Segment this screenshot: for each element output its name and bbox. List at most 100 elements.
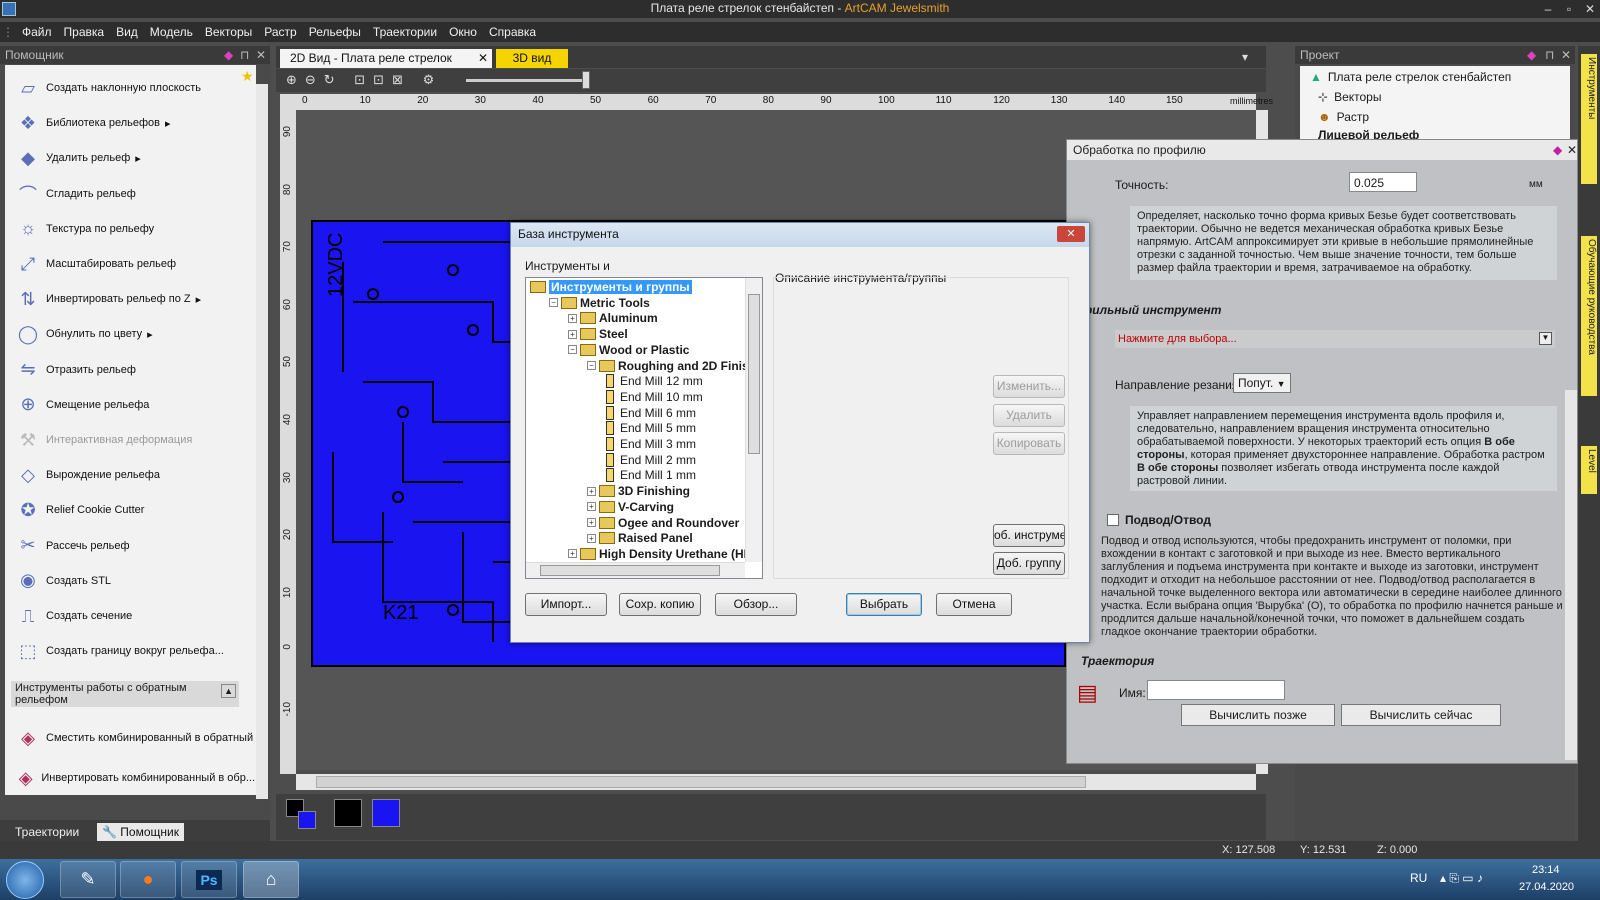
assistant-item[interactable]: ◈ Инвертировать комбинированный в обр...	[5, 761, 255, 795]
assistant-item[interactable]: ⬚ Создать границу вокруг рельефа...	[5, 634, 255, 668]
menu-item[interactable]: Правка	[58, 22, 111, 39]
zoom-tools-icon[interactable]: ⊕⊖↻ ⊡⊡⊠ ⚙	[286, 72, 442, 88]
menu-item[interactable]: Траектории	[367, 22, 443, 39]
copy-button[interactable]: Копировать	[993, 432, 1065, 455]
toolpath-name-input[interactable]	[1147, 680, 1285, 700]
add-tool-button[interactable]: об. инструмен	[993, 524, 1065, 547]
collapse-icon[interactable]: −	[549, 298, 558, 308]
assistant-scrollbar[interactable]	[256, 84, 268, 799]
side-tab-tutorials[interactable]: Обучающие руководства	[1581, 236, 1597, 396]
tab-3d-view[interactable]: 3D вид	[496, 49, 568, 68]
profile-scrollbar[interactable]	[1565, 390, 1577, 760]
calculate-now-button[interactable]: Вычислить сейчас	[1341, 704, 1501, 726]
tool-node[interactable]: End Mill 3 mm	[606, 436, 696, 452]
assistant-item[interactable]: ⇋ Отразить рельеф	[5, 353, 255, 387]
dock-icon[interactable]: ⊓	[240, 48, 249, 62]
tree-hscroll[interactable]	[526, 562, 745, 578]
project-root[interactable]: ▲ Плата реле стрелок стенбайстеп	[1310, 70, 1511, 84]
taskbar-firefox-icon[interactable]: ●	[120, 861, 176, 898]
zoom-slider-handle[interactable]	[582, 71, 590, 89]
expand-icon[interactable]: +	[568, 549, 577, 559]
favorite-star-icon[interactable]: ★	[241, 68, 254, 85]
expand-icon[interactable]: +	[568, 313, 577, 323]
tool-node[interactable]: End Mill 2 mm	[606, 452, 696, 468]
assistant-item[interactable]: ⌒ Сгладить рельеф	[5, 177, 255, 211]
group-node[interactable]: + Ogee and Roundover	[587, 515, 739, 531]
assistant-item[interactable]: ❖ Библиотека рельефов ▸	[5, 106, 255, 140]
profile-close-icon[interactable]: ✕	[1567, 143, 1577, 157]
assistant-item[interactable]: ◉ Создать STL	[5, 564, 255, 598]
side-tab-level[interactable]: Level	[1581, 446, 1597, 494]
assistant-item[interactable]: ⇅ Инвертировать рельеф по Z ▸	[5, 282, 255, 316]
group-node[interactable]: − Metric Tools	[549, 295, 650, 311]
tool-node[interactable]: End Mill 12 mm	[606, 373, 703, 389]
assistant-item[interactable]: ◈ Сместить комбинированный в обратный	[5, 721, 255, 755]
tab-2d-view[interactable]: 2D Вид - Плата реле стрелок ✕	[280, 49, 492, 68]
tree-vscroll[interactable]	[745, 278, 762, 562]
tool-node[interactable]: End Mill 1 mm	[606, 467, 696, 483]
group-node[interactable]: + High Density Urethane (HD	[568, 546, 752, 562]
menu-item[interactable]: Рельефы	[303, 22, 367, 39]
color-blue-swatch[interactable]	[372, 799, 400, 827]
tool-dropdown-icon[interactable]: ▼	[1539, 332, 1552, 345]
language-indicator[interactable]: RU	[1410, 871, 1427, 885]
assistant-item[interactable]: ◯ Обнулить по цвету ▸	[5, 317, 255, 351]
tab-toolpaths[interactable]: Траектории	[10, 823, 84, 841]
panel-close-icon[interactable]: ✕	[256, 48, 266, 62]
menu-item[interactable]: Векторы	[199, 22, 258, 39]
taskbar-artcam-icon[interactable]: ⌂	[243, 861, 299, 898]
tool-node[interactable]: End Mill 5 mm	[606, 420, 696, 436]
group-node[interactable]: +3D Finishing	[587, 483, 690, 499]
assistant-item[interactable]: ✪ Relief Cookie Cutter	[5, 493, 255, 527]
save-copy-button[interactable]: Сохр. копию	[619, 593, 701, 616]
leadin-checkbox[interactable]	[1107, 514, 1119, 526]
menu-item[interactable]: Файл	[16, 22, 58, 39]
edit-button[interactable]: Изменить...	[993, 375, 1065, 398]
menu-item[interactable]: Окно	[443, 22, 483, 39]
project-vectors[interactable]: ⊹ Векторы	[1318, 90, 1381, 104]
menu-item[interactable]: Справка	[483, 22, 542, 39]
calculate-later-button[interactable]: Вычислить позже	[1181, 704, 1335, 726]
group-node[interactable]: − Roughing and 2D Finishi	[587, 358, 759, 374]
secondary-color-swatch[interactable]	[298, 811, 316, 829]
tab-assistant[interactable]: 🔧 Помощник	[97, 823, 184, 841]
hscroll-thumb[interactable]	[316, 776, 1086, 788]
assistant-item[interactable]: ⤢ Масштабировать рельеф	[5, 247, 255, 281]
canvas-hscroll[interactable]	[296, 774, 1256, 790]
taskbar-notepad-icon[interactable]: ✎	[60, 861, 116, 898]
assistant-item[interactable]: ⎍ Создать сечение	[5, 599, 255, 633]
expand-icon[interactable]: +	[587, 502, 596, 512]
taskbar-photoshop-icon[interactable]: Ps	[181, 861, 237, 898]
close-button[interactable]: ✕	[1578, 0, 1600, 18]
assistant-item[interactable]: ◇ Вырождение рельефа	[5, 458, 255, 492]
expand-icon[interactable]: +	[587, 486, 596, 496]
tool-tree[interactable]: Инструменты и группы − Metric Tools + Alumin…	[525, 277, 763, 579]
collapse-icon[interactable]: −	[587, 361, 596, 370]
assistant-item[interactable]: ▱ Создать наклонную плоскость	[5, 71, 255, 105]
expand-icon[interactable]: +	[587, 533, 596, 543]
add-group-button[interactable]: Доб. группу	[993, 552, 1065, 575]
group-node[interactable]: − Wood or Plastic	[568, 342, 689, 358]
direction-select[interactable]: Попут. ▼	[1233, 373, 1291, 393]
group-node[interactable]: + Raised Panel	[587, 530, 693, 546]
start-button[interactable]	[6, 861, 44, 899]
accuracy-input[interactable]: 0.025	[1349, 172, 1417, 192]
color-black-swatch[interactable]	[334, 799, 362, 827]
tool-node[interactable]: End Mill 10 mm	[606, 389, 703, 405]
collapse-icon[interactable]: −	[568, 345, 577, 355]
assistant-item[interactable]: ✂ Рассечь рельеф	[5, 529, 255, 563]
pin-icon[interactable]: ◆	[224, 48, 233, 62]
menu-item[interactable]: Вид	[110, 22, 144, 39]
delete-button[interactable]: Удалить	[993, 404, 1065, 427]
expand-icon[interactable]: +	[587, 518, 596, 527]
assistant-item[interactable]: ◆ Удалить рельеф ▸	[5, 141, 255, 175]
side-tab-tools[interactable]: Инструменты	[1581, 54, 1597, 184]
zoom-slider-track[interactable]	[466, 79, 586, 82]
dialog-close-button[interactable]: ✕	[1057, 226, 1085, 242]
collapse-icon[interactable]: ▲	[221, 684, 236, 698]
menu-item[interactable]: Модель	[144, 22, 199, 39]
group-node[interactable]: + V-Carving	[587, 499, 674, 515]
group-node[interactable]: + Aluminum	[568, 310, 658, 326]
import-button[interactable]: Импорт...	[525, 593, 607, 616]
tool-node[interactable]: End Mill 6 mm	[606, 405, 696, 421]
